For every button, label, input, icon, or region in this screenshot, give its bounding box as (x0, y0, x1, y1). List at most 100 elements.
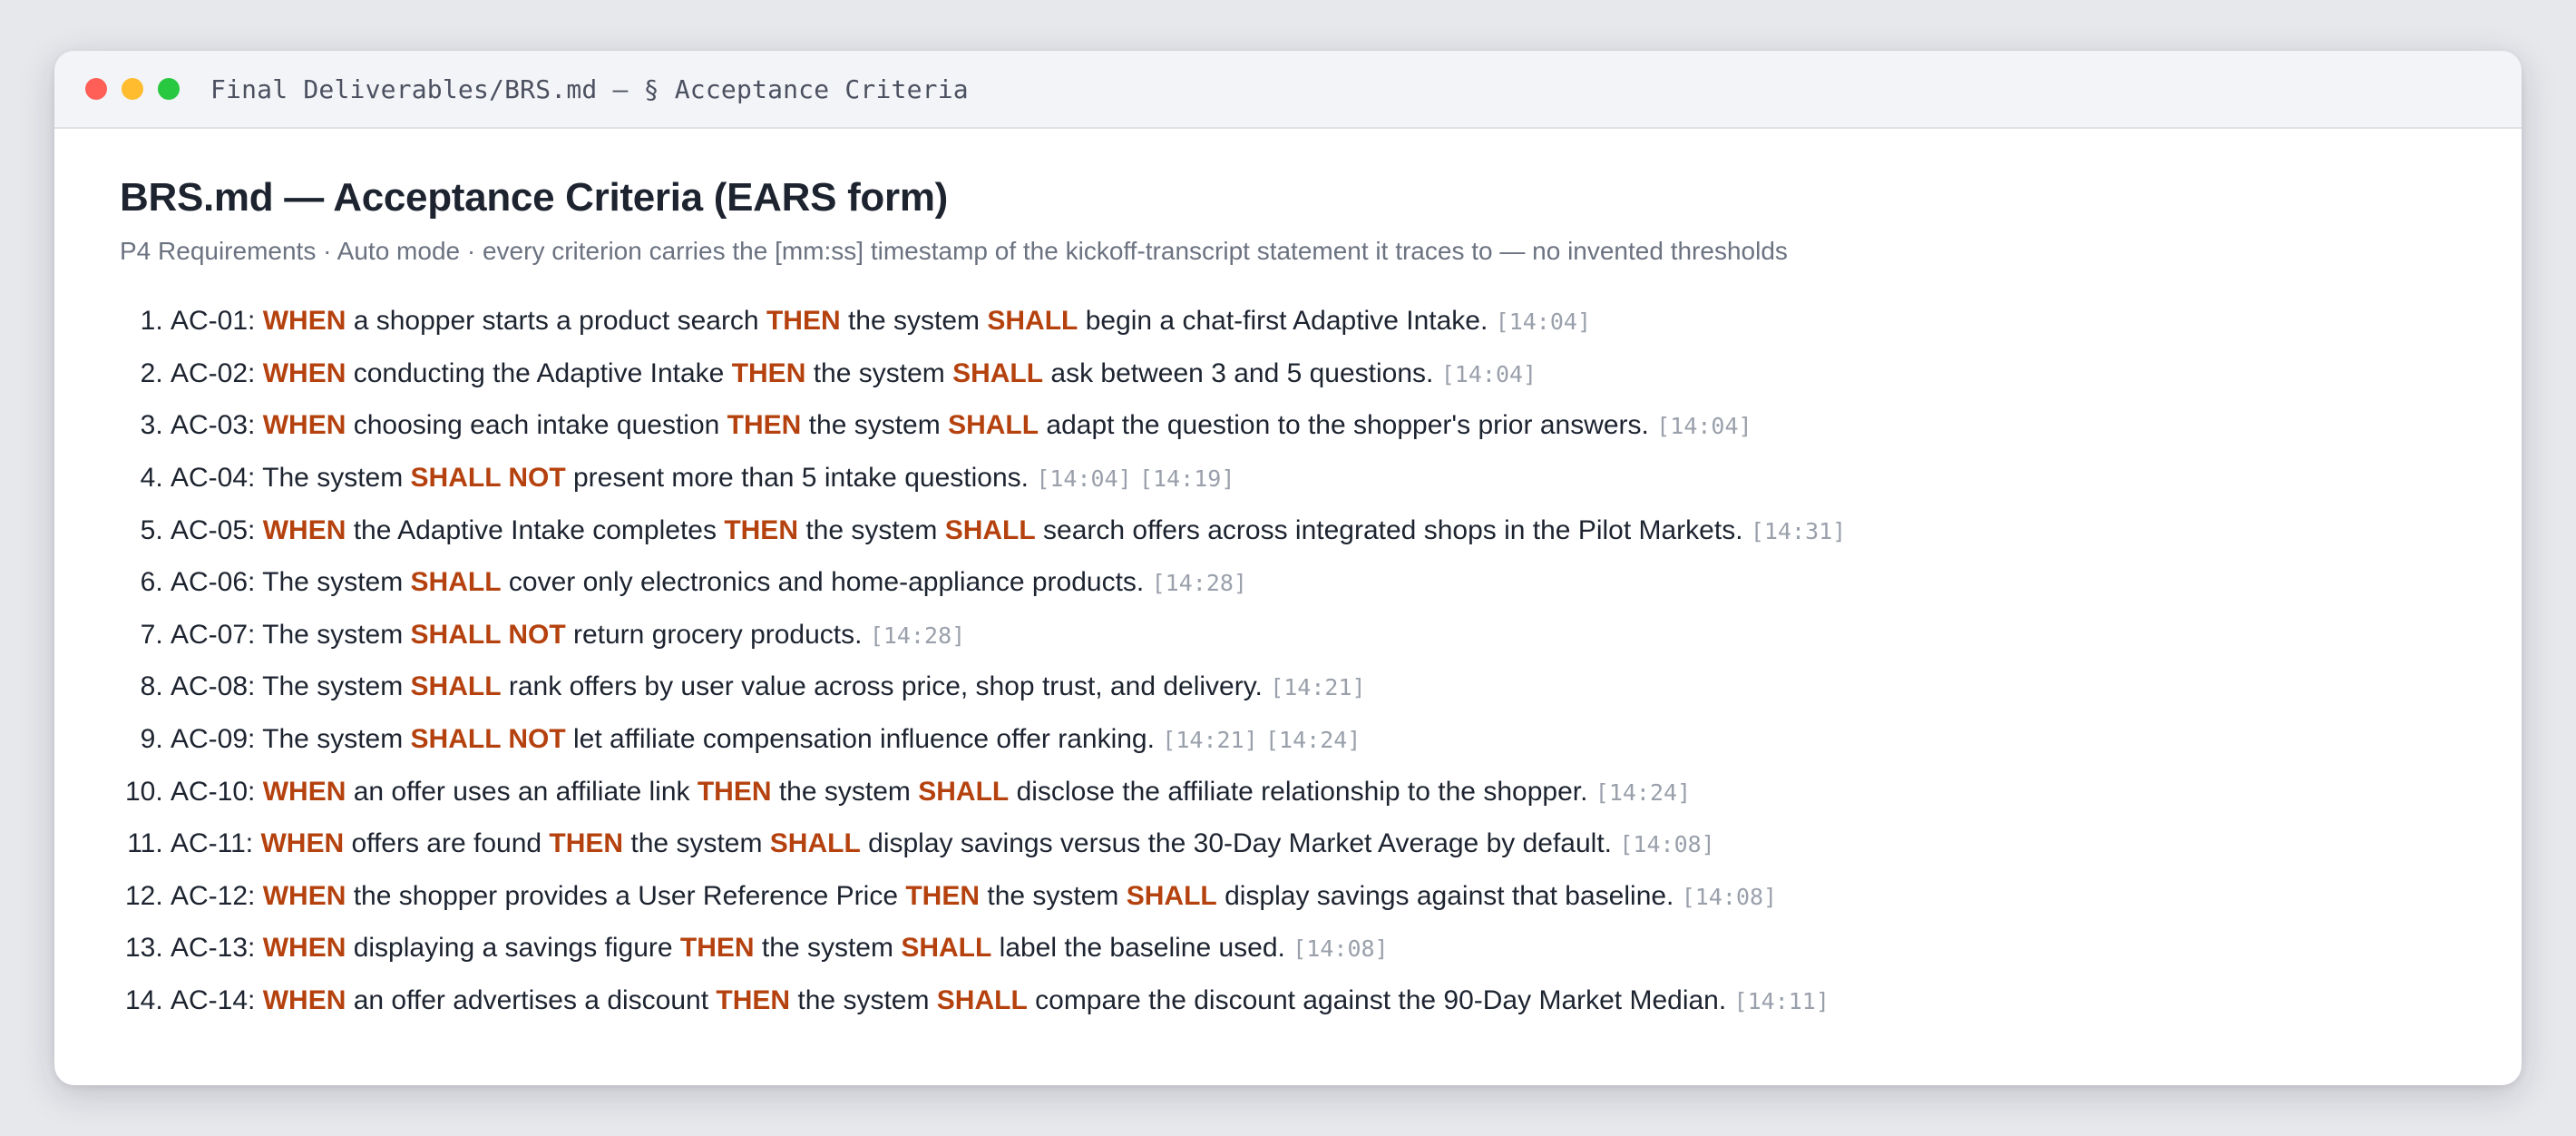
criterion-text: AC-12: (171, 880, 263, 911)
ears-keyword: SHALL (952, 357, 1044, 388)
minimize-window-icon[interactable] (122, 78, 143, 100)
ears-keyword: WHEN (260, 828, 345, 859)
criterion-text: AC-07: The system (171, 619, 411, 650)
criterion-text: an offer uses an affiliate link (346, 776, 698, 807)
window-title: Final Deliverables/BRS.md — § Acceptance… (210, 73, 969, 104)
criterion-text: let affiliate compensation influence off… (565, 723, 1155, 754)
zoom-window-icon[interactable] (158, 78, 180, 100)
criterion-text: AC-09: The system (171, 723, 411, 754)
transcript-timestamp: [14:04] (1440, 360, 1537, 387)
ears-keyword: WHEN (262, 776, 346, 807)
transcript-timestamp: [14:28] (869, 622, 966, 649)
transcript-timestamp: [14:19] (1139, 465, 1235, 492)
window-controls (85, 78, 180, 100)
criterion-item: AC-13: WHEN displaying a savings figure … (171, 922, 2456, 974)
ears-keyword: THEN (727, 410, 802, 441)
ears-keyword: THEN (724, 514, 798, 545)
criterion-text: rank offers by user value across price, … (501, 671, 1263, 702)
ears-keyword: SHALL (410, 567, 502, 598)
criterion-item: AC-06: The system SHALL cover only elect… (171, 556, 2456, 609)
transcript-timestamp: [14:04] (1656, 413, 1752, 440)
ears-keyword: THEN (766, 306, 841, 337)
ears-keyword: THEN (716, 984, 791, 1015)
criterion-text: display savings against that baseline. (1216, 880, 1674, 911)
ears-keyword: SHALL (769, 828, 861, 859)
criterion-text: display savings versus the 30-Day Market… (860, 828, 1613, 859)
criterion-item: AC-02: WHEN conducting the Adaptive Inta… (171, 348, 2456, 400)
ears-keyword: WHEN (262, 410, 346, 441)
transcript-timestamp: [14:21] (1162, 726, 1258, 753)
criterion-text: the system (790, 984, 937, 1015)
ears-keyword: SHALL (948, 410, 1039, 441)
criterion-text: disclose the affiliate relationship to t… (1009, 776, 1588, 807)
transcript-timestamp: [14:24] (1265, 726, 1361, 753)
page-subtitle: P4 Requirements · Auto mode · every crit… (120, 236, 1788, 265)
transcript-timestamp: [14:21] (1270, 674, 1366, 701)
criterion-text: ask between 3 and 5 questions. (1043, 357, 1434, 388)
criterion-text: AC-14: (171, 984, 263, 1015)
criterion-text: choosing each intake question (346, 410, 727, 441)
ears-keyword: THEN (679, 933, 755, 964)
ears-keyword: SHALL (410, 671, 502, 702)
ears-keyword: THEN (905, 880, 981, 911)
page-title: BRS.md — Acceptance Criteria (EARS form) (120, 175, 949, 220)
criterion-item: AC-03: WHEN choosing each intake questio… (171, 399, 2456, 452)
criterion-text: offers are found (344, 828, 550, 859)
ears-keyword: SHALL (901, 933, 992, 964)
title-bar: Final Deliverables/BRS.md — § Acceptance… (54, 51, 2522, 129)
transcript-timestamp: [14:04] (1036, 465, 1132, 492)
criterion-text: the system (771, 776, 919, 807)
criterion-text: AC-06: The system (171, 567, 411, 598)
ears-keyword: SHALL NOT (410, 619, 566, 650)
criterion-text: search offers across integrated shops in… (1035, 514, 1743, 545)
criterion-text: compare the discount against the 90-Day … (1027, 984, 1727, 1015)
criterion-text: AC-13: (171, 933, 263, 964)
criterion-item: AC-01: WHEN a shopper starts a product s… (171, 295, 2456, 348)
transcript-timestamp: [14:08] (1619, 831, 1715, 858)
criterion-text: adapt the question to the shopper's prio… (1039, 410, 1649, 441)
criterion-text: cover only electronics and home-applianc… (501, 567, 1145, 598)
document-body: BRS.md — Acceptance Criteria (EARS form)… (54, 129, 2522, 1027)
ears-keyword: SHALL NOT (410, 723, 566, 754)
criterion-text: begin a chat-first Adaptive Intake. (1078, 306, 1488, 337)
criterion-text: AC-10: (171, 776, 263, 807)
criterion-text: the system (754, 933, 902, 964)
editor-window: Final Deliverables/BRS.md — § Acceptance… (54, 51, 2522, 1085)
ears-keyword: SHALL (918, 776, 1010, 807)
criterion-text: displaying a savings figure (346, 933, 680, 964)
criterion-item: AC-12: WHEN the shopper provides a User … (171, 870, 2456, 923)
criterion-text: AC-04: The system (171, 462, 411, 493)
criterion-text: the system (980, 880, 1127, 911)
criterion-item: AC-09: The system SHALL NOT let affiliat… (171, 713, 2456, 766)
ears-keyword: WHEN (262, 514, 346, 545)
criterion-text: the system (805, 357, 953, 388)
criterion-text: present more than 5 intake questions. (565, 462, 1029, 493)
criterion-item: AC-10: WHEN an offer uses an affiliate l… (171, 766, 2456, 818)
criterion-item: AC-08: The system SHALL rank offers by u… (171, 661, 2456, 713)
ears-keyword: WHEN (262, 984, 346, 1015)
transcript-timestamp: [14:04] (1495, 308, 1591, 336)
criterion-text: AC-01: (171, 306, 263, 337)
criterion-text: the Adaptive Intake completes (346, 514, 725, 545)
transcript-timestamp: [14:08] (1293, 935, 1389, 963)
ears-keyword: SHALL (936, 984, 1028, 1015)
transcript-timestamp: [14:11] (1733, 987, 1830, 1014)
criterion-item: AC-14: WHEN an offer advertises a discou… (171, 974, 2456, 1027)
criterion-text: the system (801, 410, 949, 441)
criterion-item: AC-11: WHEN offers are found THEN the sy… (171, 818, 2456, 870)
close-window-icon[interactable] (85, 78, 107, 100)
criterion-text: label the baseline used. (991, 933, 1285, 964)
criterion-text: conducting the Adaptive Intake (346, 357, 732, 388)
transcript-timestamp: [14:08] (1681, 883, 1778, 910)
ears-keyword: THEN (549, 828, 624, 859)
ears-keyword: SHALL (987, 306, 1078, 337)
criterion-text: AC-03: (171, 410, 263, 441)
criterion-text: AC-05: (171, 514, 263, 545)
transcript-timestamp: [14:24] (1595, 779, 1692, 806)
criterion-text: a shopper starts a product search (346, 306, 766, 337)
ears-keyword: SHALL (1126, 880, 1217, 911)
transcript-timestamp: [14:28] (1151, 570, 1247, 597)
criterion-text: an offer advertises a discount (346, 984, 717, 1015)
criterion-item: AC-04: The system SHALL NOT present more… (171, 452, 2456, 504)
ears-keyword: SHALL NOT (410, 462, 566, 493)
